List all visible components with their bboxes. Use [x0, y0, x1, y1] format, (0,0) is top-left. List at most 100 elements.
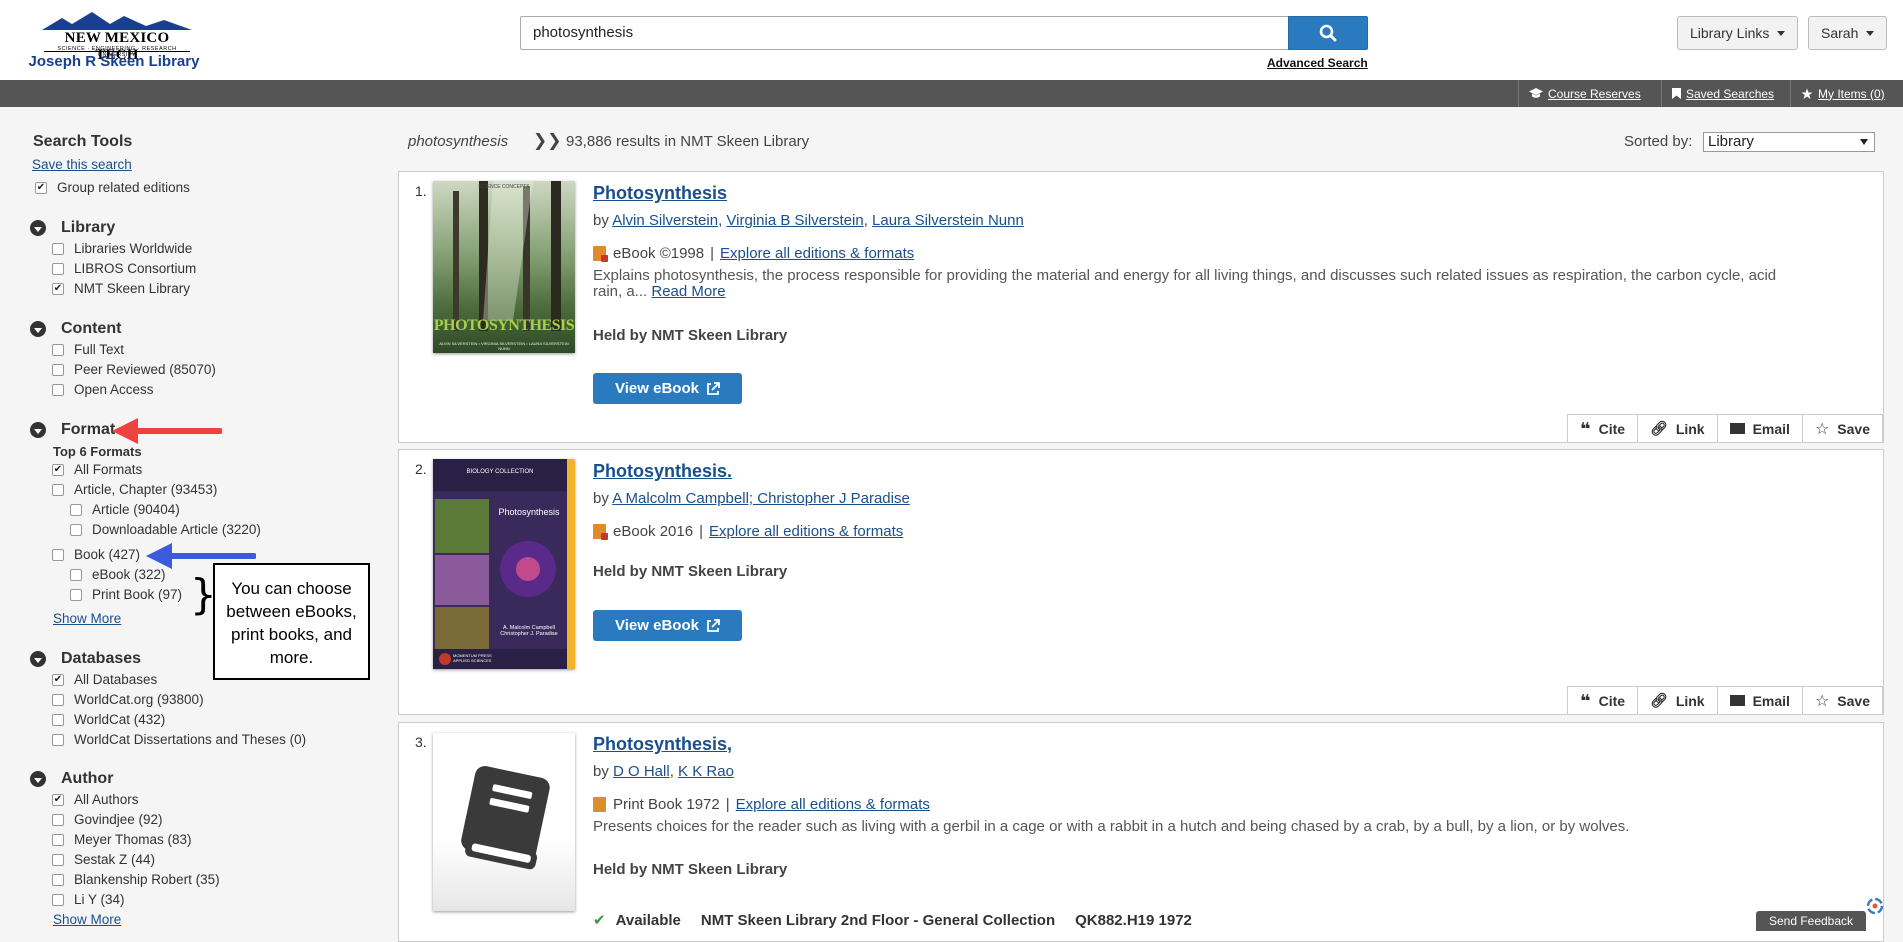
chat-widget-icon[interactable] [1865, 896, 1885, 916]
explore-editions-link[interactable]: Explore all editions & formats [709, 523, 903, 540]
facet-option[interactable]: Downloadable Article (3220) [70, 522, 261, 537]
user-menu-dropdown[interactable]: Sarah [1808, 16, 1888, 50]
result-title-link[interactable]: Photosynthesis [593, 183, 727, 204]
save-button[interactable]: ☆ Save [1803, 415, 1883, 442]
chevron-down-icon [1866, 30, 1875, 36]
saved-searches-link[interactable]: Saved Searches [1661, 80, 1784, 107]
author-link[interactable]: K K Rao [678, 763, 734, 780]
facet-option-label: WorldCat (432) [74, 712, 166, 727]
book-cover[interactable] [433, 733, 575, 911]
view-ebook-button[interactable]: View eBook [593, 373, 742, 404]
email-button[interactable]: Email [1718, 415, 1803, 442]
content-facet-toggle[interactable]: Content [30, 320, 121, 338]
facet-option[interactable]: Print Book (97) [70, 587, 182, 602]
facet-option-label: Peer Reviewed (85070) [74, 362, 216, 377]
result-description: Presents choices for the reader such as … [593, 818, 1630, 835]
cite-label: Cite [1598, 692, 1626, 709]
view-ebook-label: View eBook [615, 617, 699, 634]
by-label: by [593, 490, 609, 507]
facet-option[interactable]: Full Text [52, 342, 124, 357]
cover-series-label: BIOLOGY COLLECTION [466, 469, 534, 475]
cover-publisher: MOMENTUM PRESS APPLIED SCIENCES [453, 653, 492, 663]
quote-icon: ❝ [1580, 690, 1591, 711]
save-label: Save [1837, 420, 1870, 437]
result-title-link[interactable]: Photosynthesis, [593, 734, 732, 755]
facet-option[interactable]: Sestak Z (44) [52, 852, 155, 867]
explore-editions-link[interactable]: Explore all editions & formats [736, 796, 930, 813]
library-logo[interactable]: NEW MEXICO TECH SCIENCE · ENGINEERING · … [14, 8, 214, 72]
author-link[interactable]: Virginia B Silverstein [726, 212, 863, 229]
view-ebook-label: View eBook [615, 380, 699, 397]
facet-option[interactable]: Blankenship Robert (35) [52, 872, 220, 887]
search-input[interactable]: photosynthesis [520, 16, 1288, 50]
library-links-dropdown[interactable]: Library Links [1677, 16, 1799, 50]
facet-option-book[interactable]: Book (427) [52, 547, 140, 562]
databases-facet-toggle[interactable]: Databases [30, 650, 141, 668]
search-button[interactable] [1288, 16, 1368, 50]
format-show-more-link[interactable]: Show More [53, 611, 121, 626]
send-feedback-button[interactable]: Send Feedback [1756, 911, 1866, 931]
author-facet-toggle[interactable]: Author [30, 770, 113, 788]
cite-button[interactable]: ❝ Cite [1568, 687, 1639, 714]
ebook-icon [593, 246, 608, 262]
chevron-down-icon [30, 422, 46, 438]
facet-option[interactable]: Open Access [52, 382, 154, 397]
facet-option[interactable]: ✔ All Databases [52, 672, 157, 687]
print-book-icon [461, 766, 550, 870]
author-facet-title: Author [61, 770, 114, 787]
book-cover[interactable]: BIOLOGY COLLECTION Photosynthesis A. Mal… [433, 459, 575, 669]
email-button[interactable]: Email [1718, 687, 1803, 714]
explore-editions-link[interactable]: Explore all editions & formats [720, 245, 914, 262]
facet-option[interactable]: Meyer Thomas (83) [52, 832, 192, 847]
group-editions-checkbox[interactable]: ✔ Group related editions [35, 180, 190, 195]
facet-option-label: Sestak Z (44) [74, 852, 156, 867]
chevron-down-icon [30, 651, 46, 667]
facet-option[interactable]: Article (90404) [70, 502, 180, 517]
format-facet-toggle[interactable]: Format [30, 421, 115, 439]
view-ebook-button[interactable]: View eBook [593, 610, 742, 641]
checkbox-unchecked [52, 242, 64, 255]
facet-option[interactable]: Peer Reviewed (85070) [52, 362, 216, 377]
author-link[interactable]: D O Hall [613, 763, 670, 780]
link-button[interactable]: 🔗︎ Link [1638, 415, 1718, 442]
save-search-link[interactable]: Save this search [32, 157, 132, 172]
course-reserves-link[interactable]: Course Reserves [1518, 80, 1651, 107]
facet-option[interactable]: ✔ All Authors [52, 792, 139, 807]
library-facet-toggle[interactable]: Library [30, 219, 115, 237]
holding-library: Held by NMT Skeen Library [593, 327, 788, 344]
read-more-link[interactable]: Read More [651, 283, 725, 300]
author-link[interactable]: Laura Silverstein Nunn [872, 212, 1024, 229]
my-items-link[interactable]: My Items (0) [1790, 80, 1895, 107]
facet-option[interactable]: Li Y (34) [52, 892, 125, 907]
author-link[interactable]: Alvin Silverstein [612, 212, 718, 229]
chevron-down-icon [1860, 139, 1868, 145]
advanced-search-link[interactable]: Advanced Search [1267, 56, 1368, 70]
checkbox-unchecked [52, 693, 64, 706]
facet-option[interactable]: WorldCat (432) [52, 712, 165, 727]
facet-option[interactable]: WorldCat.org (93800) [52, 692, 204, 707]
facet-option[interactable]: Libraries Worldwide [52, 241, 192, 256]
book-cover[interactable]: SCIENCE CONCEPTS PHOTOSYNTHESIS ALVIN SI… [433, 181, 575, 353]
facet-option[interactable]: ✔ All Formats [52, 462, 142, 477]
author-link[interactable]: A Malcolm Campbell; Christopher J Paradi… [612, 490, 910, 507]
author-show-more-link[interactable]: Show More [53, 912, 121, 927]
course-reserves-label: Course Reserves [1548, 86, 1641, 101]
result-title-link[interactable]: Photosynthesis. [593, 461, 732, 482]
link-button[interactable]: 🔗︎ Link [1638, 687, 1718, 714]
facet-option[interactable]: WorldCat Dissertations and Theses (0) [52, 732, 306, 747]
result-actions: ❝ Cite 🔗︎ Link Email ☆ Save [1567, 414, 1883, 442]
facet-option[interactable]: LIBROS Consortium [52, 261, 196, 276]
facet-option-label: LIBROS Consortium [74, 261, 197, 276]
checkbox-unchecked [52, 343, 64, 356]
facet-option[interactable]: ✔ NMT Skeen Library [52, 281, 190, 296]
format-text: Print Book 1972 [613, 796, 720, 813]
link-icon: 🔗︎ [1650, 692, 1668, 708]
quote-icon: ❝ [1580, 418, 1591, 439]
checkbox-unchecked [52, 873, 64, 886]
save-button[interactable]: ☆ Save [1803, 687, 1883, 714]
facet-option[interactable]: Article, Chapter (93453) [52, 482, 217, 497]
cite-button[interactable]: ❝ Cite [1568, 415, 1639, 442]
envelope-icon [1729, 695, 1745, 706]
sort-select[interactable]: Library [1703, 132, 1875, 152]
facet-option[interactable]: Govindjee (92) [52, 812, 163, 827]
